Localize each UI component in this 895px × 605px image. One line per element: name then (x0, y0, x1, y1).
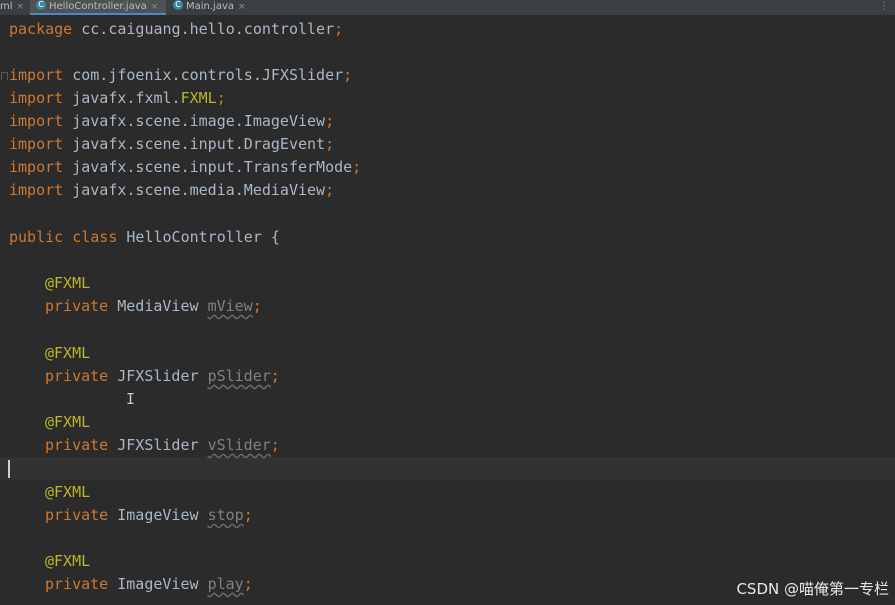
tab-close-icon[interactable]: × (238, 2, 246, 12)
editor-tab-bar: ml × C HelloController.java × C Main.java × ⋮ (0, 0, 895, 16)
code-line-annotation: @FXML (45, 413, 91, 431)
code-line-annotation: @FXML (45, 483, 91, 501)
code-line-import: import javafx.scene.media.MediaView; (9, 181, 335, 199)
current-line-highlight (0, 457, 895, 480)
code-line-field-pslider: private JFXSlider pSlider; (45, 367, 280, 385)
more-tabs-icon[interactable]: ⋮ (879, 0, 889, 14)
code-line-import: import javafx.scene.image.ImageView; (9, 112, 335, 130)
text-caret (8, 460, 10, 478)
tab-close-icon[interactable]: × (17, 2, 25, 12)
tab-label: Main.java (186, 1, 235, 12)
code-editor[interactable]: package cc.caiguang.hello.controller; im… (0, 16, 895, 605)
code-line-import: import com.jfoenix.controls.JFXSlider; (9, 66, 353, 84)
tab-label: ml (0, 1, 13, 12)
code-line-package: package cc.caiguang.hello.controller; (9, 20, 344, 38)
java-class-icon: C (36, 0, 46, 10)
tab-main-java[interactable]: C Main.java × (170, 0, 250, 15)
code-line-class-declaration: public class HelloController { (9, 228, 280, 246)
fold-marker-icon[interactable] (1, 72, 8, 80)
watermark: CSDN @喵俺第一专栏 (736, 580, 889, 598)
code-line-field-vslider: private JFXSlider vSlider; (45, 436, 280, 454)
tab-hello-controller[interactable]: C HelloController.java × (30, 0, 166, 15)
tab-label: HelloController.java (49, 1, 147, 12)
mouse-ibeam-cursor-icon: I (126, 390, 136, 408)
code-line-annotation: @FXML (45, 344, 91, 362)
code-line-annotation: @FXML (45, 552, 91, 570)
tab-close-icon[interactable]: × (151, 2, 159, 12)
code-line-import: import javafx.fxml.FXML; (9, 89, 226, 107)
code-line-import: import javafx.scene.input.DragEvent; (9, 135, 335, 153)
code-line-field-mview: private MediaView mView; (45, 297, 262, 315)
tab-fxml-file[interactable]: ml × (0, 0, 28, 15)
code-line-field-play: private ImageView play; (45, 575, 253, 593)
code-line-field-stop: private ImageView stop; (45, 506, 253, 524)
code-line-annotation: @FXML (45, 274, 91, 292)
java-class-icon: C (173, 0, 183, 10)
code-line-import: import javafx.scene.input.TransferMode; (9, 158, 362, 176)
